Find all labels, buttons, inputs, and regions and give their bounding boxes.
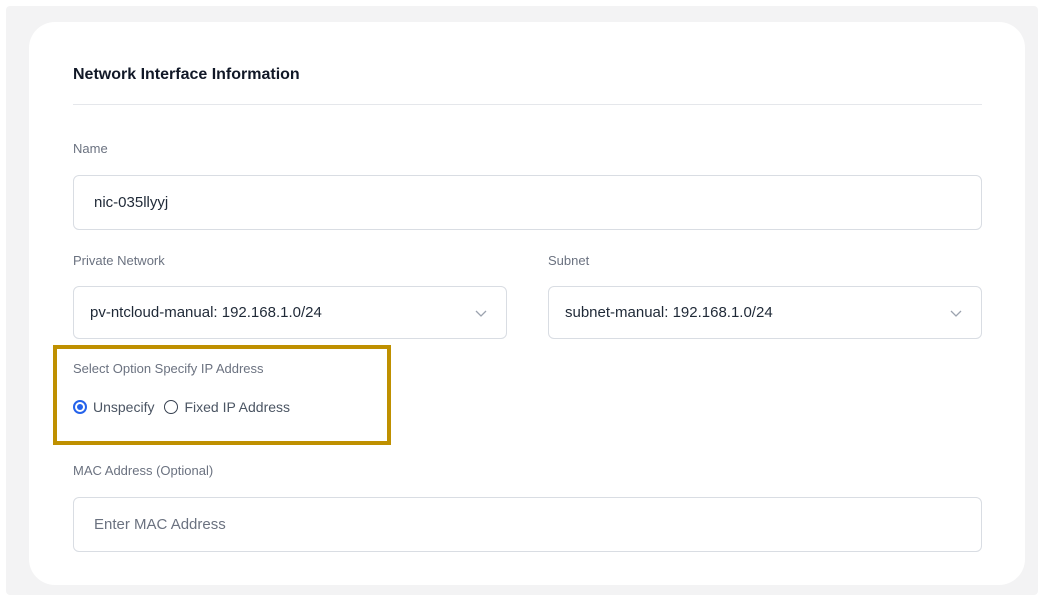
name-input[interactable] xyxy=(73,175,982,230)
radio-checked-icon[interactable] xyxy=(73,400,87,414)
radio-unspecify-label: Unspecify xyxy=(93,399,155,415)
highlight-box xyxy=(53,345,391,445)
mac-address-label: MAC Address (Optional) xyxy=(73,463,214,478)
private-network-select[interactable]: pv-ntcloud-manual: 192.168.1.0/24 xyxy=(73,286,507,339)
subnet-value: subnet-manual: 192.168.1.0/24 xyxy=(565,304,773,321)
radio-unchecked-icon[interactable] xyxy=(164,400,179,414)
name-label: Name xyxy=(73,141,108,156)
chevron-down-icon xyxy=(475,310,487,317)
ip-option-label: Select Option Specify IP Address xyxy=(73,361,264,376)
section-title: Network Interface Information xyxy=(73,66,300,83)
radio-fixed-ip[interactable]: Fixed IP Address xyxy=(164,399,290,415)
private-network-label: Private Network xyxy=(73,253,165,268)
ip-option-radio-group: Unspecify Fixed IP Address xyxy=(73,399,290,415)
radio-fixed-ip-label: Fixed IP Address xyxy=(184,399,291,415)
private-network-value: pv-ntcloud-manual: 192.168.1.0/24 xyxy=(90,304,322,321)
section-divider xyxy=(73,104,982,105)
subnet-select[interactable]: subnet-manual: 192.168.1.0/24 xyxy=(548,286,982,339)
chevron-down-icon xyxy=(950,310,962,317)
subnet-label: Subnet xyxy=(548,253,590,268)
radio-unspecify[interactable]: Unspecify xyxy=(73,399,154,415)
mac-address-input[interactable] xyxy=(73,497,982,552)
